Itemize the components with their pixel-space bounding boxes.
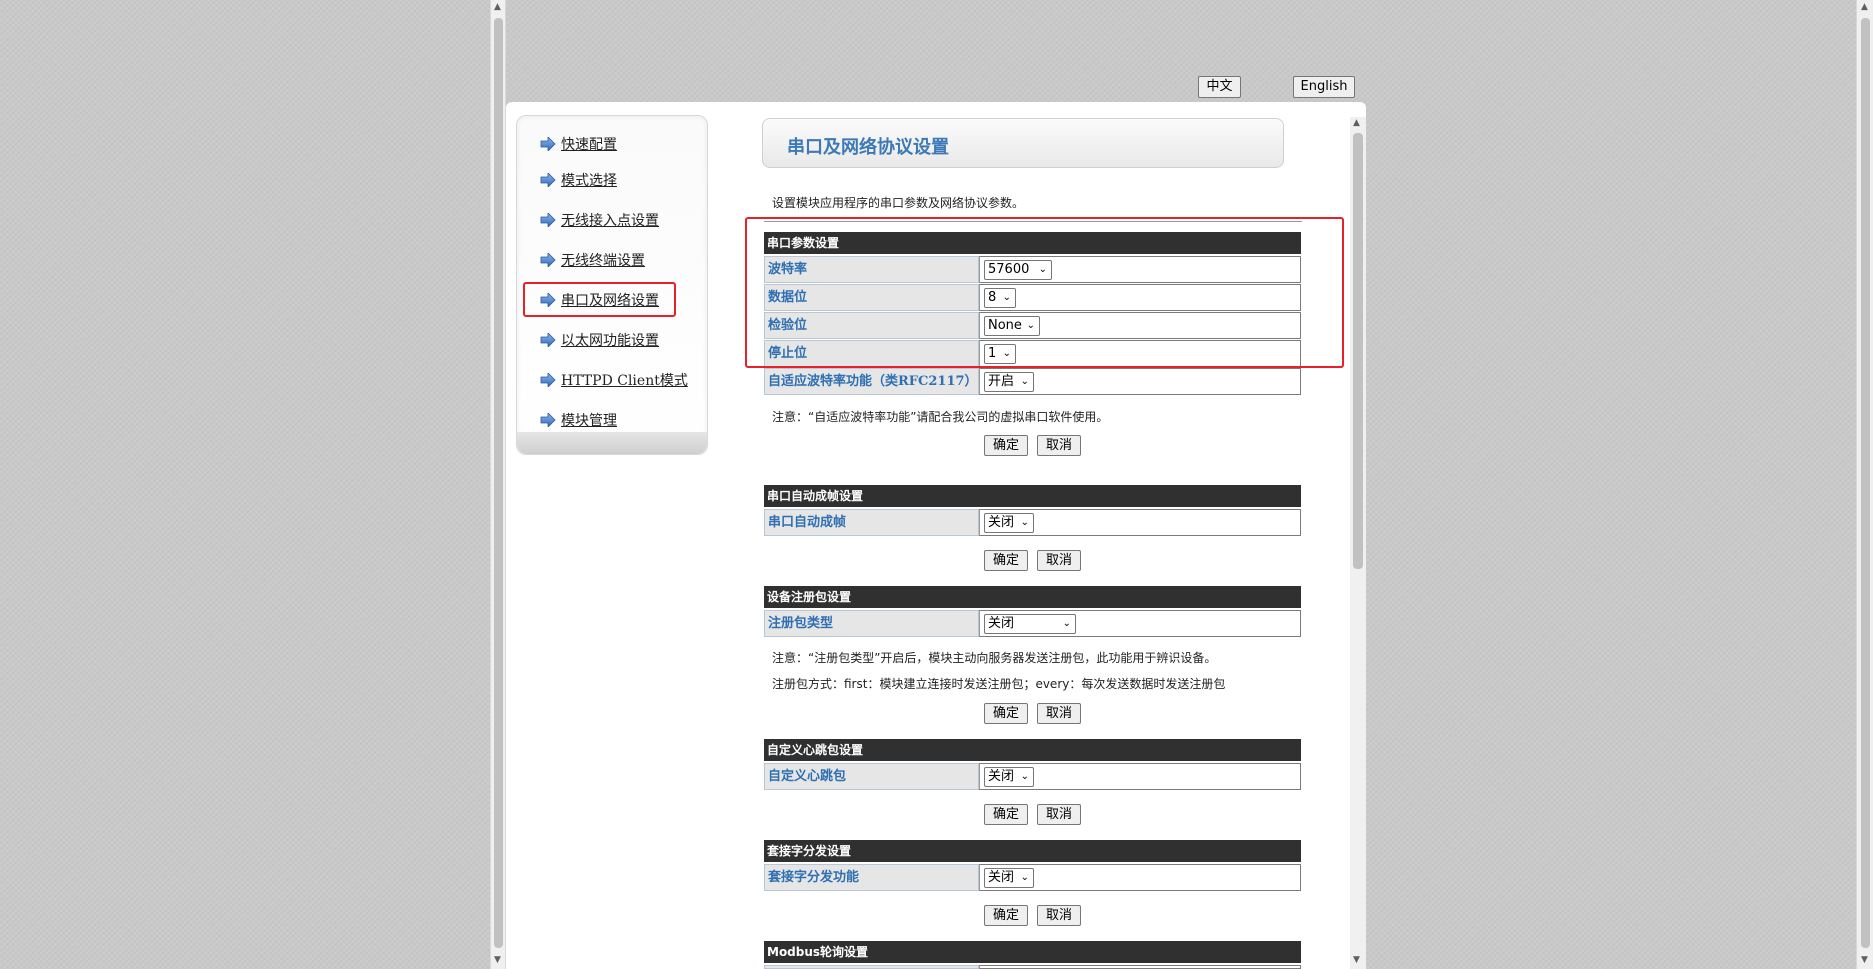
- arrow-right-icon: [540, 373, 556, 387]
- auto-framing-label: 串口自动成帧: [764, 509, 979, 536]
- register-type-cell: 关闭 ⌄: [979, 610, 1301, 637]
- lang-zh-button[interactable]: 中文: [1198, 76, 1241, 98]
- sidebar-item-module-manage[interactable]: 模块管理: [540, 409, 617, 431]
- row-modbus: [764, 965, 1301, 969]
- row-auto-framing: 串口自动成帧 关闭 ⌄: [764, 509, 1301, 536]
- sidebar-item-label: 快速配置: [561, 137, 617, 153]
- scroll-up-icon[interactable]: ▲: [1861, 2, 1868, 12]
- content-scrollbar[interactable]: ▲ ▼: [1350, 117, 1366, 969]
- sidebar-item-label: 无线接入点设置: [561, 213, 659, 229]
- serial-cancel-button[interactable]: 取消: [1037, 435, 1081, 456]
- modbus-label: [764, 965, 979, 969]
- section-header-socket: 套接字分发设置: [764, 840, 1301, 862]
- page-scrollbar-right[interactable]: ▲ ▼: [1856, 0, 1873, 969]
- row-heartbeat: 自定义心跳包 关闭 ⌄: [764, 763, 1301, 790]
- arrow-right-icon: [540, 413, 556, 427]
- socket-dist-cell: 关闭 ⌄: [979, 864, 1301, 891]
- adaptive-baud-select[interactable]: 开启 ⌄: [984, 372, 1034, 392]
- arrow-right-icon: [540, 173, 556, 187]
- scroll-down-icon[interactable]: ▼: [1353, 955, 1360, 965]
- auto-framing-select[interactable]: 关闭 ⌄: [984, 513, 1034, 533]
- adaptive-baud-cell: 开启 ⌄: [979, 368, 1301, 395]
- sidebar-item-ethernet[interactable]: 以太网功能设置: [540, 329, 659, 351]
- heartbeat-ok-button[interactable]: 确定: [984, 804, 1028, 825]
- section-header-register: 设备注册包设置: [764, 586, 1301, 608]
- adaptive-baud-value: 开启: [988, 374, 1015, 389]
- sidebar-item-httpd-client[interactable]: HTTPD Client模式: [540, 369, 688, 391]
- auto-framing-cell: 关闭 ⌄: [979, 509, 1301, 536]
- chevron-down-icon: ⌄: [1062, 618, 1071, 629]
- sidebar-item-wireless-sta[interactable]: 无线终端设置: [540, 249, 645, 271]
- scroll-up-icon[interactable]: ▲: [1353, 118, 1360, 128]
- modbus-cell: [979, 965, 1301, 969]
- heartbeat-value: 关闭: [988, 769, 1015, 784]
- page-title-box: 串口及网络协议设置: [762, 118, 1284, 168]
- socket-dist-select[interactable]: 关闭 ⌄: [984, 868, 1034, 888]
- sidebar-item-label: 以太网功能设置: [561, 333, 659, 349]
- serial-highlight-box: [745, 217, 1344, 368]
- section-header-heartbeat: 自定义心跳包设置: [764, 739, 1301, 761]
- heartbeat-cell: 关闭 ⌄: [979, 763, 1301, 790]
- scroll-down-icon[interactable]: ▼: [1861, 955, 1868, 965]
- sidebar-item-mode-select[interactable]: 模式选择: [540, 169, 617, 191]
- register-note-1: 注意：“注册包类型”开启后，模块主动向服务器发送注册包，此功能用于辨识设备。: [772, 651, 1217, 665]
- register-note-2: 注册包方式：first：模块建立连接时发送注册包；every：每次发送数据时发送…: [772, 677, 1226, 691]
- framing-cancel-button[interactable]: 取消: [1037, 550, 1081, 571]
- scrollbar-thumb[interactable]: [1353, 133, 1363, 569]
- chevron-down-icon: ⌄: [1020, 376, 1029, 387]
- row-socket-dist: 套接字分发功能 关闭 ⌄: [764, 864, 1301, 891]
- sidebar-item-label: 模式选择: [561, 173, 617, 189]
- scroll-down-icon[interactable]: ▼: [494, 955, 501, 965]
- section-header-modbus: Modbus轮询设置: [764, 941, 1301, 963]
- register-type-label: 注册包类型: [764, 610, 979, 637]
- register-cancel-button[interactable]: 取消: [1037, 703, 1081, 724]
- row-register-type: 注册包类型 关闭 ⌄: [764, 610, 1301, 637]
- arrow-right-icon: [540, 213, 556, 227]
- arrow-right-icon: [540, 137, 556, 151]
- socket-cancel-button[interactable]: 取消: [1037, 905, 1081, 926]
- socket-dist-label: 套接字分发功能: [764, 864, 979, 891]
- serial-ok-button[interactable]: 确定: [984, 435, 1028, 456]
- sidebar-item-label: HTTPD Client模式: [561, 373, 688, 389]
- chevron-down-icon: ⌄: [1020, 872, 1029, 883]
- page-title: 串口及网络协议设置: [787, 137, 949, 158]
- register-ok-button[interactable]: 确定: [984, 703, 1028, 724]
- framing-ok-button[interactable]: 确定: [984, 550, 1028, 571]
- scroll-up-icon[interactable]: ▲: [494, 2, 501, 12]
- heartbeat-label: 自定义心跳包: [764, 763, 979, 790]
- sidebar-highlight-box: [523, 282, 676, 317]
- page-description: 设置模块应用程序的串口参数及网络协议参数。: [772, 196, 1025, 210]
- arrow-right-icon: [540, 333, 556, 347]
- chevron-down-icon: ⌄: [1020, 517, 1029, 528]
- auto-framing-value: 关闭: [988, 515, 1015, 530]
- row-adaptive-baud: 自适应波特率功能（类RFC2117） 开启 ⌄: [764, 368, 1301, 395]
- sidebar-item-wireless-ap[interactable]: 无线接入点设置: [540, 209, 659, 231]
- page-scrollbar-left[interactable]: ▲ ▼: [490, 0, 506, 969]
- sidebar-item-label: 无线终端设置: [561, 253, 645, 269]
- lang-en-button[interactable]: English: [1293, 76, 1355, 98]
- sidebar-item-label: 模块管理: [561, 413, 617, 429]
- chevron-down-icon: ⌄: [1020, 771, 1029, 782]
- arrow-right-icon: [540, 253, 556, 267]
- serial-note: 注意：“自适应波特率功能”请配合我公司的虚拟串口软件使用。: [772, 410, 1109, 424]
- adaptive-baud-label: 自适应波特率功能（类RFC2117）: [764, 368, 979, 395]
- heartbeat-cancel-button[interactable]: 取消: [1037, 804, 1081, 825]
- register-type-select[interactable]: 关闭 ⌄: [984, 614, 1076, 634]
- register-type-value: 关闭: [988, 616, 1015, 631]
- sidebar-item-quick-config[interactable]: 快速配置: [540, 133, 617, 155]
- scrollbar-thumb[interactable]: [1861, 18, 1870, 948]
- socket-ok-button[interactable]: 确定: [984, 905, 1028, 926]
- sidebar-footer: [517, 432, 707, 454]
- heartbeat-select[interactable]: 关闭 ⌄: [984, 767, 1034, 787]
- scrollbar-thumb[interactable]: [494, 18, 503, 948]
- section-header-framing: 串口自动成帧设置: [764, 485, 1301, 507]
- socket-dist-value: 关闭: [988, 870, 1015, 885]
